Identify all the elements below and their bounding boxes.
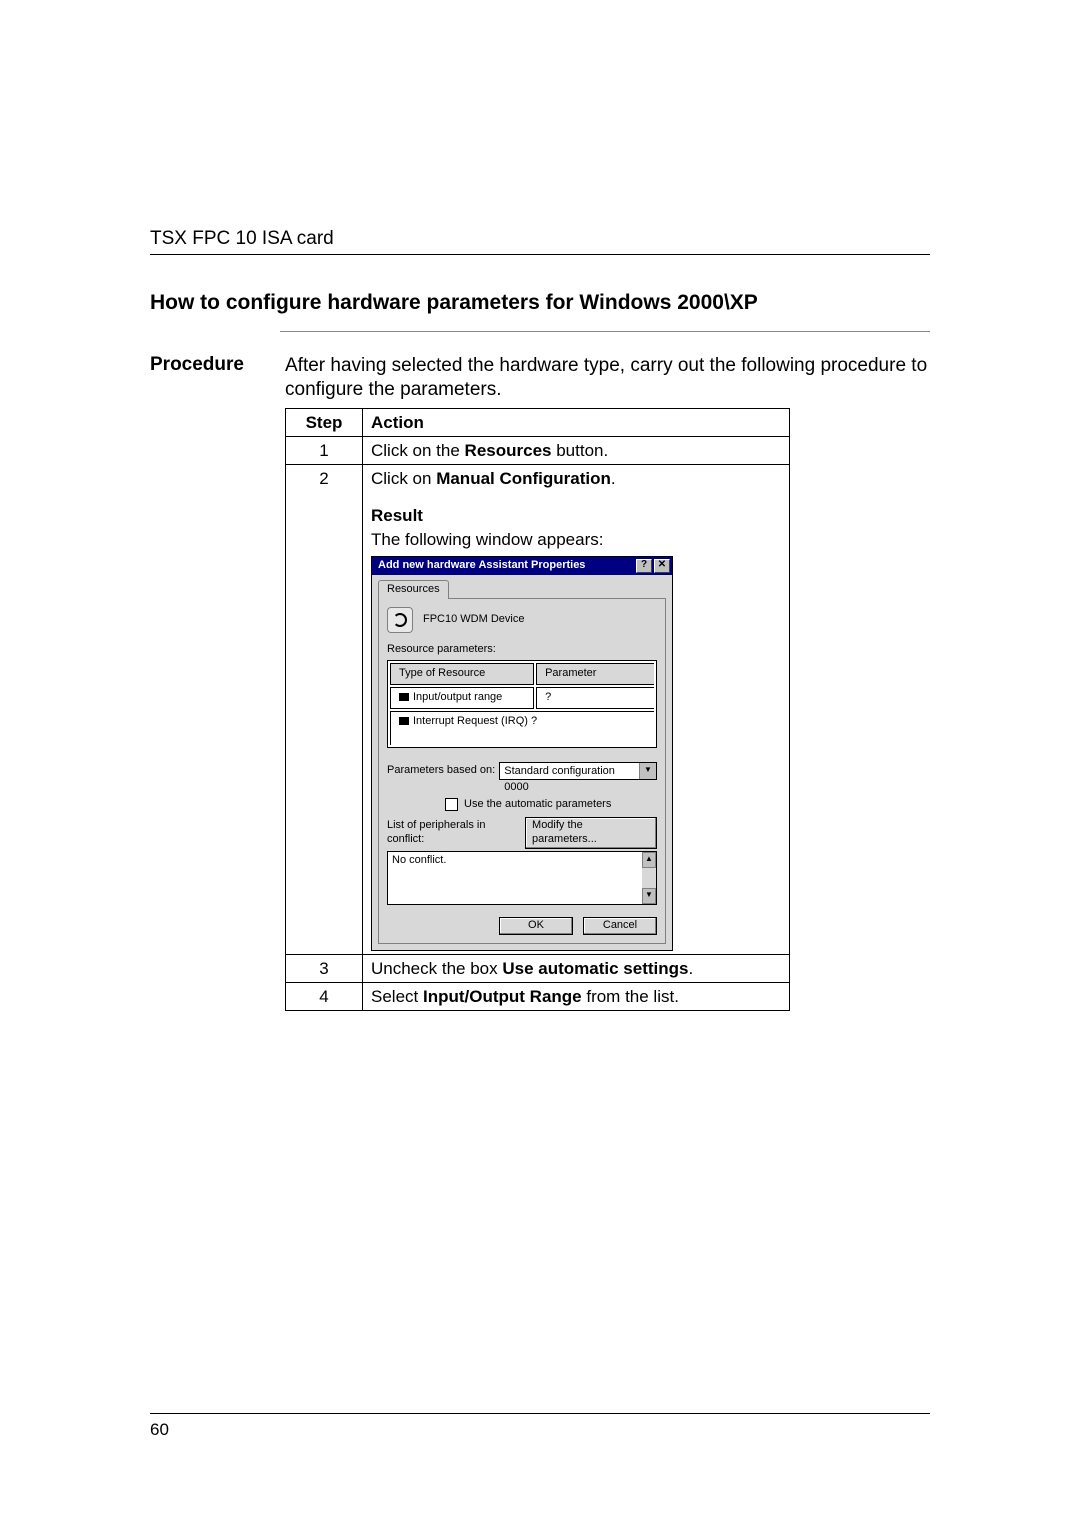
step-action: Uncheck the box Use automatic settings.: [363, 954, 790, 982]
dialog-titlebar: Add new hardware Assistant Properties ? …: [372, 557, 672, 575]
tab-panel: FPC10 WDM Device Resource parameters: Ty…: [378, 598, 666, 944]
result-text: The following window appears:: [371, 529, 781, 550]
scroll-down-icon[interactable]: ▼: [642, 888, 656, 904]
steps-table: Step Action 1 Click on the Resources but…: [285, 408, 790, 1012]
table-row: 1 Click on the Resources button.: [286, 436, 790, 464]
result-label: Result: [371, 506, 423, 525]
dialog-body: Resources FPC10 WDM Device Resource para: [372, 575, 672, 950]
step-action: Click on Manual Configuration. Result Th…: [363, 465, 790, 955]
chevron-down-icon[interactable]: ▼: [639, 763, 656, 779]
procedure-intro: After having selected the hardware type,…: [285, 354, 930, 402]
close-icon[interactable]: ✕: [654, 559, 670, 573]
modify-parameters-button[interactable]: Modify the parameters...: [525, 817, 657, 849]
based-on-combo[interactable]: Standard configuration 0000 ▼: [499, 762, 657, 780]
rule-subtitle: [280, 331, 930, 332]
page-title: How to configure hardware parameters for…: [150, 291, 930, 315]
help-icon[interactable]: ?: [636, 559, 652, 573]
step-number: 4: [286, 982, 363, 1010]
auto-params-label: Use the automatic parameters: [464, 798, 611, 812]
col-action: Action: [363, 408, 790, 436]
step-number: 1: [286, 436, 363, 464]
scrollbar[interactable]: ▲ ▼: [642, 852, 656, 904]
ok-button[interactable]: OK: [499, 917, 573, 935]
page-footer: 60: [150, 1413, 930, 1440]
procedure-label: Procedure: [150, 354, 285, 376]
col-step: Step: [286, 408, 363, 436]
resource-params-table: Type of Resource Parameter Input/output …: [387, 660, 657, 747]
list-item[interactable]: Interrupt Request (IRQ) ?: [390, 711, 654, 745]
col-parameter: Parameter: [536, 663, 654, 685]
table-row: 3 Uncheck the box Use automatic settings…: [286, 954, 790, 982]
procedure-content: After having selected the hardware type,…: [285, 354, 930, 1011]
properties-dialog: Add new hardware Assistant Properties ? …: [371, 556, 673, 951]
based-on-value: Standard configuration 0000: [500, 763, 639, 779]
step-number: 3: [286, 954, 363, 982]
irq-icon: [399, 717, 409, 725]
table-row: 2 Click on Manual Configuration. Result …: [286, 465, 790, 955]
step-action: Select Input/Output Range from the list.: [363, 982, 790, 1010]
conflict-list: No conflict. ▲ ▼: [387, 851, 657, 905]
resource-params-label: Resource parameters:: [387, 643, 657, 657]
table-row: 4 Select Input/Output Range from the lis…: [286, 982, 790, 1010]
io-range-icon: [399, 693, 409, 701]
based-on-label: Parameters based on:: [387, 764, 495, 778]
procedure-block: Procedure After having selected the hard…: [150, 354, 930, 1011]
dialog-title: Add new hardware Assistant Properties: [378, 559, 585, 573]
auto-params-checkbox[interactable]: [445, 798, 458, 811]
device-name: FPC10 WDM Device: [423, 613, 524, 627]
conflict-list-label: List of peripherals in conflict:: [387, 819, 525, 847]
scroll-track: [642, 868, 656, 888]
page-number: 60: [150, 1420, 930, 1440]
running-head: TSX FPC 10 ISA card: [150, 228, 930, 250]
page: TSX FPC 10 ISA card How to configure har…: [0, 0, 1080, 1528]
rule-top: [150, 254, 930, 255]
tab-resources[interactable]: Resources: [378, 580, 449, 599]
list-item[interactable]: Input/output range ?: [390, 687, 654, 709]
cancel-button[interactable]: Cancel: [583, 917, 657, 935]
no-conflict-text: No conflict.: [392, 854, 446, 866]
scroll-up-icon[interactable]: ▲: [642, 852, 656, 868]
step-action: Click on the Resources button.: [363, 436, 790, 464]
col-type: Type of Resource: [390, 663, 534, 685]
step-number: 2: [286, 465, 363, 955]
device-icon: [387, 607, 413, 633]
